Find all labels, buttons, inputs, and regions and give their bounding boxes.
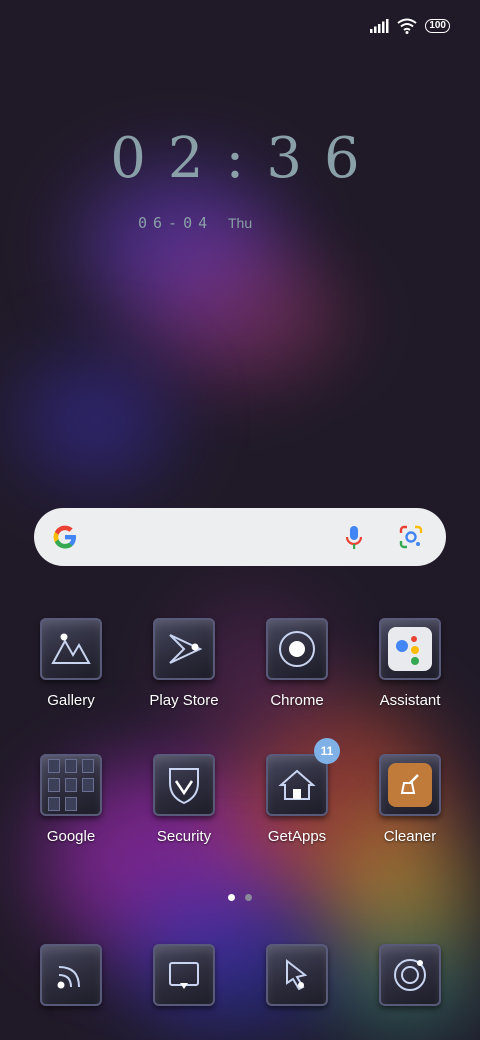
app-label: Chrome [270,692,324,709]
clock-day: Thu [228,215,253,231]
app-label: Assistant [379,692,441,709]
google-logo-icon [53,525,76,549]
app-play-store[interactable]: Play Store [129,618,239,709]
clock-time[interactable]: 02:36 [0,126,480,191]
assistant-icon [379,618,441,680]
dock-app-2[interactable] [129,944,239,1006]
app-google-folder[interactable]: Google [16,754,126,845]
page-dot-active [228,894,235,901]
shield-icon [153,754,215,816]
dock-app-4[interactable] [355,944,465,1006]
cursor-dock-icon [266,944,328,1006]
battery-icon: 100 [425,19,450,33]
dock-app-3[interactable] [242,944,352,1006]
app-getapps[interactable]: 11 GetApps [242,738,352,845]
clock-date: 06-04 [138,214,214,232]
app-gallery[interactable]: Gallery [16,618,126,709]
folder-icon [40,754,102,816]
app-label: Cleaner [383,828,437,845]
app-chrome[interactable]: Chrome [242,618,352,709]
cleaner-icon [379,754,441,816]
google-search-bar[interactable] [34,508,446,566]
app-security[interactable]: Security [129,754,239,845]
app-label: Play Store [149,692,219,709]
wifi-icon [397,18,417,34]
gallery-icon [40,618,102,680]
app-label: GetApps [267,828,327,845]
mic-icon[interactable] [342,524,366,552]
notification-badge: 11 [314,738,340,764]
page-indicator [228,894,252,901]
getapps-icon: 11 [266,738,340,816]
status-bar: 100 [369,18,450,34]
camera-dock-icon [379,944,441,1006]
dock-app-1[interactable] [16,944,126,1006]
page-dot [245,894,252,901]
app-assistant[interactable]: Assistant [355,618,465,709]
rss-dock-icon [40,944,102,1006]
app-label: Google [46,828,96,845]
app-label: Gallery [47,692,95,709]
app-cleaner[interactable]: Cleaner [355,754,465,845]
chrome-icon [266,618,328,680]
play-store-icon [153,618,215,680]
lens-icon[interactable] [398,524,424,550]
signal-icon [370,19,389,33]
tv-dock-icon [153,944,215,1006]
app-label: Security [156,828,212,845]
